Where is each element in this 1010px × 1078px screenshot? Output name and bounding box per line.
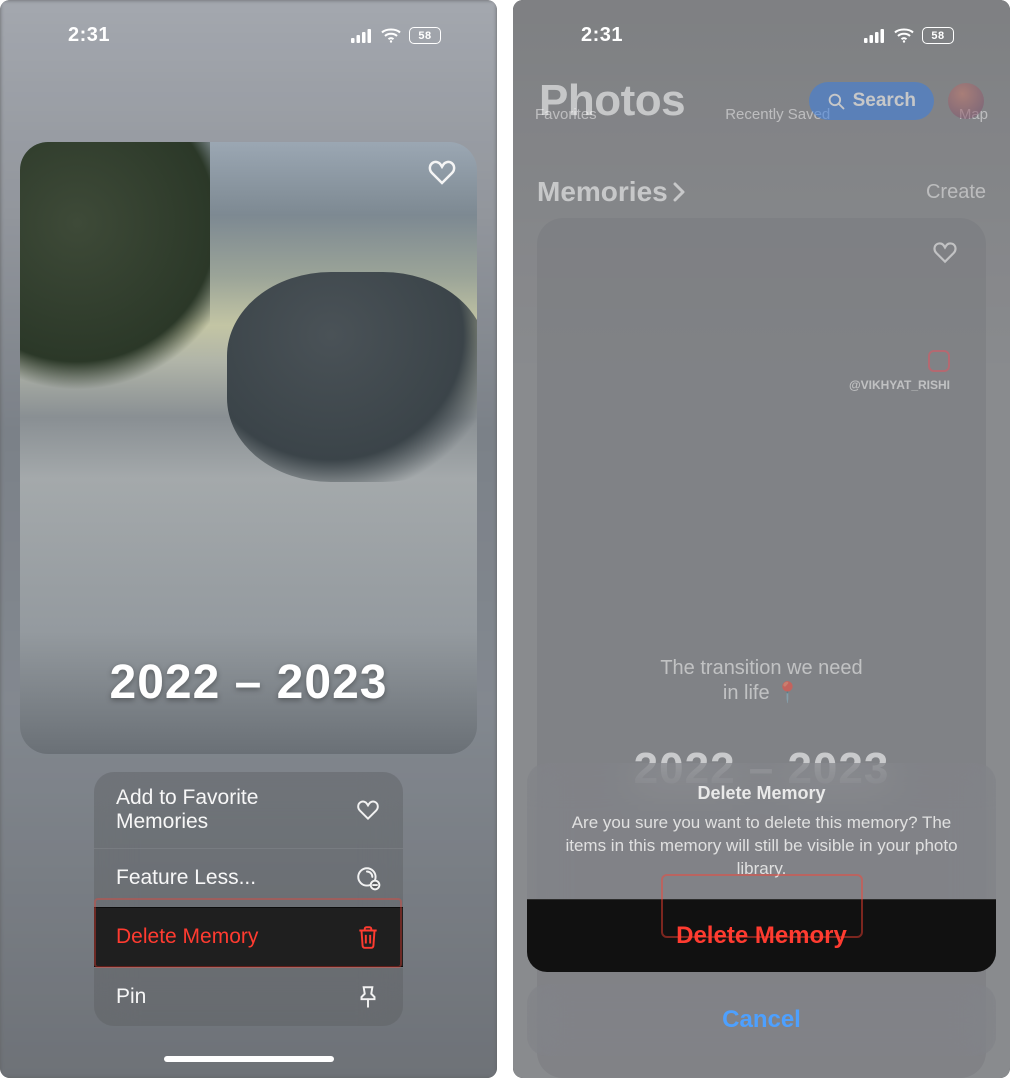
wifi-icon bbox=[381, 28, 401, 43]
cellular-icon bbox=[351, 29, 373, 43]
photos-header: Photos Search bbox=[539, 76, 984, 126]
heart-icon[interactable] bbox=[427, 158, 457, 188]
trash-icon bbox=[355, 924, 381, 950]
avatar[interactable] bbox=[948, 83, 984, 119]
scenery-tree bbox=[20, 142, 210, 412]
cellular-icon bbox=[864, 29, 886, 43]
action-sheet-header: Delete Memory Are you sure you want to d… bbox=[527, 763, 996, 899]
watermark-handle: @VIKHYAT_RISHI bbox=[849, 378, 950, 392]
memories-section-header: Memories Create bbox=[537, 176, 986, 208]
memory-card[interactable]: 2022 – 2023 bbox=[20, 142, 477, 754]
create-button[interactable]: Create bbox=[926, 181, 986, 204]
status-time: 2:31 bbox=[68, 24, 110, 47]
watermark: @VIKHYAT_RISHI bbox=[849, 350, 950, 392]
section-name[interactable]: Memories bbox=[537, 176, 686, 208]
sheet-title: Delete Memory bbox=[553, 783, 970, 804]
heart-icon bbox=[355, 797, 381, 823]
menu-item-feature-less[interactable]: Feature Less... bbox=[94, 848, 403, 907]
feature-less-icon bbox=[355, 865, 381, 891]
phone-right-action-sheet: 2:31 58 Photos Search Favorites Recently… bbox=[513, 0, 1010, 1078]
heart-icon[interactable] bbox=[932, 240, 958, 266]
memory-title: 2022 – 2023 bbox=[20, 655, 477, 710]
status-bar: 2:31 58 bbox=[513, 24, 1010, 47]
pin-icon bbox=[355, 984, 381, 1010]
app-title: Photos bbox=[539, 76, 685, 126]
chevron-right-icon bbox=[672, 182, 686, 202]
scenery-hill bbox=[227, 272, 477, 482]
phone-left-context-menu: 2:31 58 2022 – 2023 Add to Favorite Memo… bbox=[0, 0, 497, 1078]
status-right-cluster: 58 bbox=[864, 27, 954, 44]
battery-icon: 58 bbox=[409, 27, 441, 44]
menu-item-delete-memory[interactable]: Delete Memory bbox=[94, 907, 403, 967]
context-menu: Add to Favorite Memories Feature Less...… bbox=[94, 772, 403, 1026]
menu-item-label: Add to Favorite Memories bbox=[116, 786, 316, 834]
status-time: 2:31 bbox=[581, 24, 623, 47]
sheet-message: Are you sure you want to delete this mem… bbox=[553, 812, 970, 881]
cancel-button[interactable]: Cancel bbox=[527, 984, 996, 1056]
battery-icon: 58 bbox=[922, 27, 954, 44]
menu-item-label: Delete Memory bbox=[116, 925, 258, 949]
action-sheet-card: Delete Memory Are you sure you want to d… bbox=[527, 763, 996, 972]
instagram-icon bbox=[928, 350, 950, 372]
menu-item-label: Pin bbox=[116, 985, 146, 1009]
menu-item-pin[interactable]: Pin bbox=[94, 967, 403, 1026]
status-right-cluster: 58 bbox=[351, 27, 441, 44]
wifi-icon bbox=[894, 28, 914, 43]
search-icon bbox=[827, 92, 845, 110]
action-sheet: Delete Memory Are you sure you want to d… bbox=[527, 763, 996, 1056]
home-indicator[interactable] bbox=[164, 1056, 334, 1062]
delete-memory-button[interactable]: Delete Memory bbox=[527, 899, 996, 972]
status-bar: 2:31 58 bbox=[0, 24, 497, 47]
overlay-caption: The transition we need in life 📍 bbox=[537, 656, 986, 706]
menu-item-label: Feature Less... bbox=[116, 866, 256, 890]
search-button[interactable]: Search bbox=[809, 82, 934, 120]
menu-item-add-favorite[interactable]: Add to Favorite Memories bbox=[94, 772, 403, 848]
search-label: Search bbox=[853, 90, 916, 112]
